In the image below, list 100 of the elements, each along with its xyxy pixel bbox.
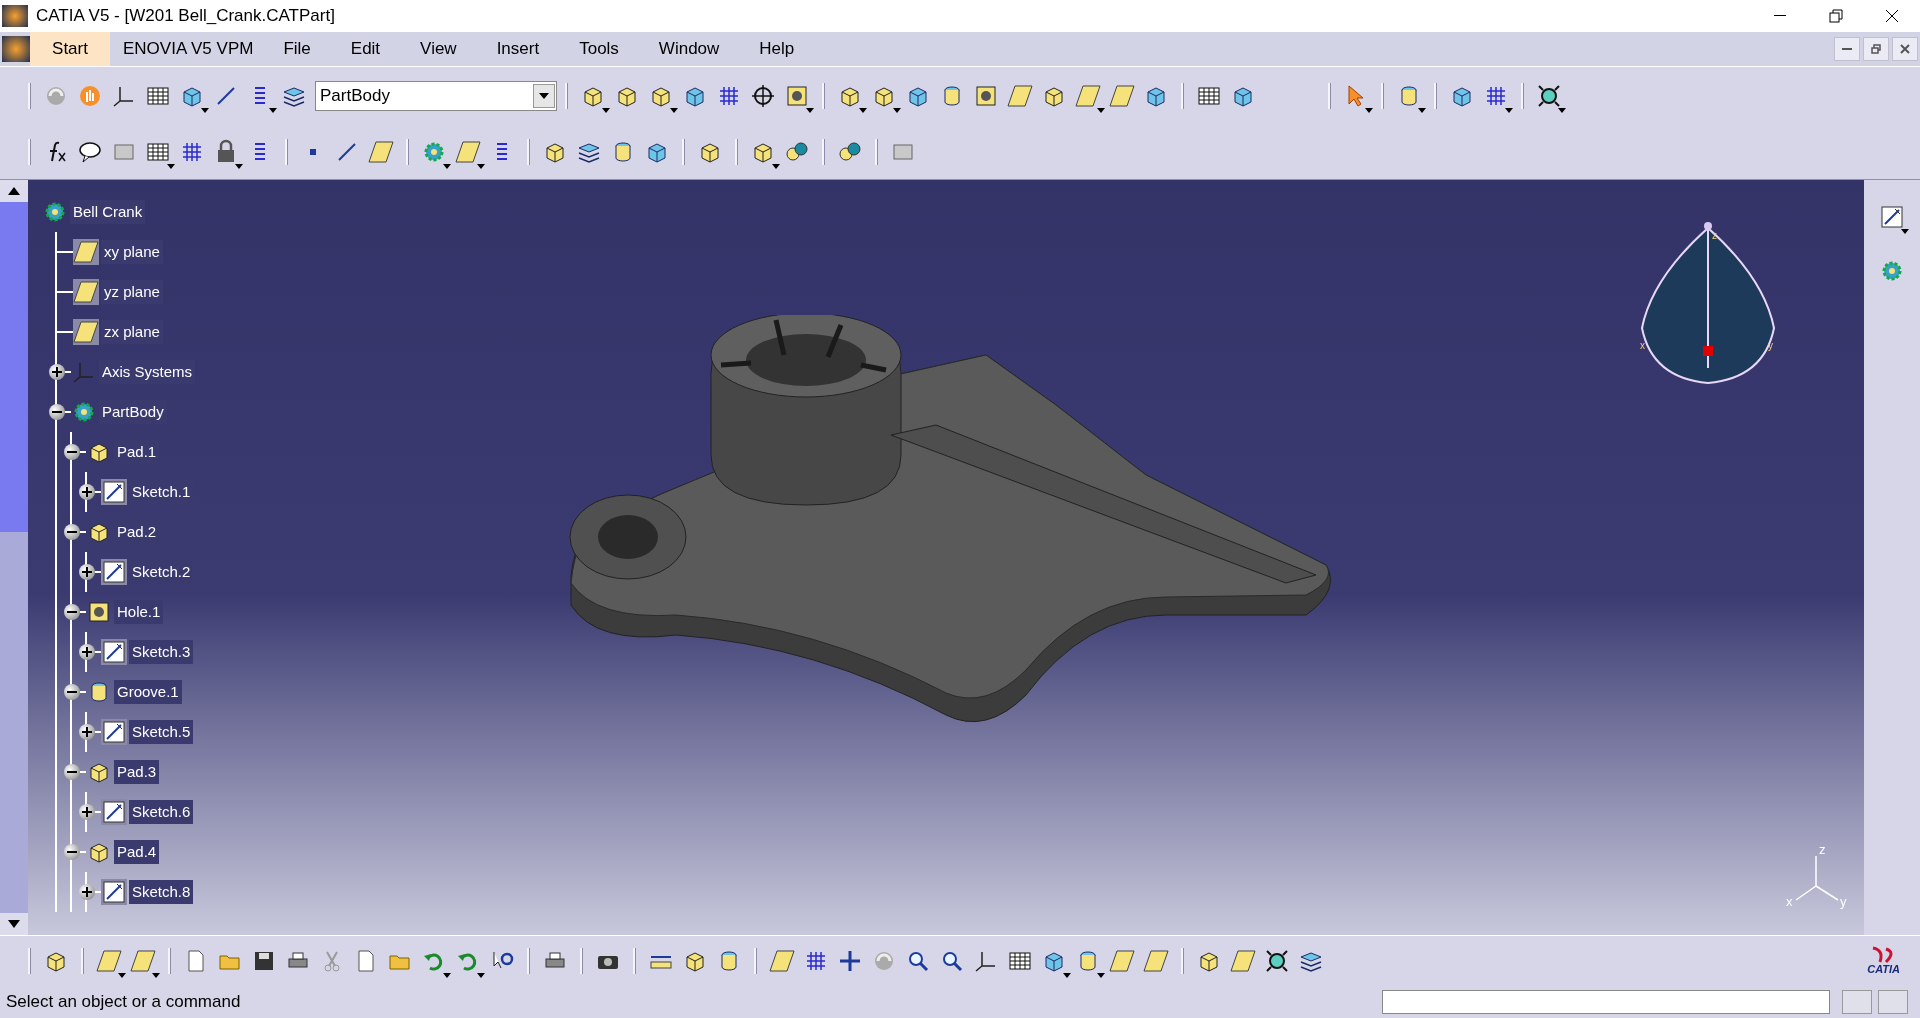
axis-label: x xyxy=(1786,893,1793,911)
menu-item[interactable]: Edit xyxy=(337,32,394,66)
collapse-toggle[interactable] xyxy=(64,444,80,460)
expand-toggle[interactable] xyxy=(79,804,95,820)
target-icon xyxy=(1264,947,1290,974)
tree-item-label[interactable]: zx plane xyxy=(101,319,163,345)
expand-toggle[interactable] xyxy=(79,724,95,740)
close-button[interactable] xyxy=(1892,37,1918,61)
target-icon xyxy=(1536,82,1562,109)
catia-logo-text: CATIA xyxy=(1867,964,1900,975)
body-select[interactable]: PartBody xyxy=(315,80,557,111)
close-icon xyxy=(1900,44,1910,54)
plane-icon xyxy=(1230,947,1256,974)
plane-icon xyxy=(73,279,99,305)
minimize-icon xyxy=(1774,15,1786,17)
sketch-icon xyxy=(101,799,127,825)
menu-item[interactable]: Help xyxy=(746,32,808,66)
app-logo-icon xyxy=(2,36,30,62)
minimize-button[interactable] xyxy=(1834,37,1860,61)
tree-item-label[interactable]: Bell Crank xyxy=(70,199,146,225)
plane-icon xyxy=(73,239,99,265)
plane-icon xyxy=(96,947,122,974)
dropdown-arrow-icon xyxy=(201,107,209,113)
axis-label: y xyxy=(1840,893,1847,911)
plane-icon xyxy=(1143,947,1169,974)
expand-toggle[interactable] xyxy=(79,644,95,660)
tree-item-label[interactable]: Sketch.2 xyxy=(129,559,194,585)
menu-item[interactable]: Insert xyxy=(483,32,553,66)
menu-item[interactable]: Window xyxy=(645,32,733,66)
app-logo-icon xyxy=(2,5,28,27)
restore-button[interactable] xyxy=(1863,37,1889,61)
dropdown-arrow-icon xyxy=(443,972,451,978)
dropdown-arrow-icon xyxy=(670,107,678,113)
plane-icon xyxy=(1109,82,1135,109)
dropdown-arrow-icon xyxy=(1097,107,1105,113)
sketch-icon xyxy=(1879,204,1905,230)
scrollbar[interactable] xyxy=(0,180,28,935)
tree-item-label[interactable]: Pad.4 xyxy=(114,839,160,865)
collapse-toggle[interactable] xyxy=(64,684,80,700)
dropdown-arrow-icon xyxy=(1365,107,1373,113)
window-title: CATIA V5 - [W201 Bell_Crank.CATPart] xyxy=(36,5,335,28)
dropdown-arrow-icon xyxy=(806,107,814,113)
tree-item-label[interactable]: Sketch.6 xyxy=(129,799,194,825)
menu-item[interactable]: Start xyxy=(30,32,110,66)
minimize-icon xyxy=(1842,48,1852,50)
tree-item-label[interactable]: Hole.1 xyxy=(114,599,164,625)
menu-item[interactable]: Tools xyxy=(566,32,632,66)
collapse-toggle[interactable] xyxy=(64,524,80,540)
collapse-toggle[interactable] xyxy=(64,604,80,620)
collapse-toggle[interactable] xyxy=(64,844,80,860)
tree-item-label[interactable]: Sketch.3 xyxy=(129,639,194,665)
expand-toggle[interactable] xyxy=(79,484,95,500)
tree-item-label[interactable]: Pad.3 xyxy=(114,759,160,785)
dropdown-arrow-icon xyxy=(1063,972,1071,978)
point-icon xyxy=(310,148,316,155)
plane-icon xyxy=(455,138,481,165)
plane-icon xyxy=(1075,82,1101,109)
menu-item[interactable]: ENOVIA V5 VPM xyxy=(110,32,267,66)
plane-icon xyxy=(769,947,795,974)
dropdown-arrow-icon xyxy=(772,163,780,169)
crosshair-icon xyxy=(750,82,776,109)
dropdown-arrow-icon xyxy=(859,107,867,113)
expand-toggle[interactable] xyxy=(79,884,95,900)
dropdown-arrow-icon xyxy=(477,163,485,169)
sketch-icon xyxy=(101,559,127,585)
axis-label: z xyxy=(1819,841,1826,859)
dropdown-arrow-icon xyxy=(893,107,901,113)
dropdown-arrow-icon xyxy=(118,972,126,978)
plane-icon xyxy=(1109,947,1135,974)
tree-item-label[interactable]: yz plane xyxy=(101,279,163,305)
dropdown-arrow-icon xyxy=(477,972,485,978)
dropdown-arrow-icon xyxy=(443,163,451,169)
expand-toggle[interactable] xyxy=(79,564,95,580)
sketch-icon xyxy=(101,479,127,505)
dropdown-arrow-icon xyxy=(152,972,160,978)
plane-icon xyxy=(368,138,394,165)
command-input-field[interactable] xyxy=(1382,989,1830,1014)
dropdown-arrow-icon xyxy=(1901,229,1909,234)
tree-item-label[interactable]: Sketch.8 xyxy=(129,879,194,905)
sketch-icon xyxy=(101,719,127,745)
plane-icon xyxy=(130,947,156,974)
collapse-toggle[interactable] xyxy=(49,404,65,420)
sketch-icon xyxy=(101,879,127,905)
dropdown-arrow-icon xyxy=(1505,107,1513,113)
tree-item-label[interactable]: Axis Systems xyxy=(99,359,195,385)
collapse-toggle[interactable] xyxy=(64,764,80,780)
tree-item-label[interactable]: Groove.1 xyxy=(114,679,182,705)
dropdown-arrow-icon xyxy=(602,107,610,113)
axis-label: z xyxy=(1712,229,1717,243)
plane-icon xyxy=(73,319,99,345)
dropdown-arrow-icon xyxy=(1558,107,1566,113)
tree-item-label[interactable]: Sketch.5 xyxy=(129,719,194,745)
tree-item-label[interactable]: xy plane xyxy=(101,239,163,265)
sketch-icon xyxy=(101,639,127,665)
dropdown-arrow-icon xyxy=(1418,107,1426,113)
expand-toggle[interactable] xyxy=(49,364,65,380)
plane-icon xyxy=(1007,82,1033,109)
menu-item[interactable]: View xyxy=(407,32,470,66)
3d-viewport[interactable]: Bell Crank xy plane yz plane zx plane Axis Systems PartBody Pad.1 Sketch.1 Pad.2 Sketch.2 Hole.1 Sketch.3 Groove.1 Sketch.5 Pad.3 Sketch.6 Pad.4 Sketch.8 z x y z x y xyxy=(28,180,1864,935)
menu-item[interactable]: File xyxy=(270,32,324,66)
